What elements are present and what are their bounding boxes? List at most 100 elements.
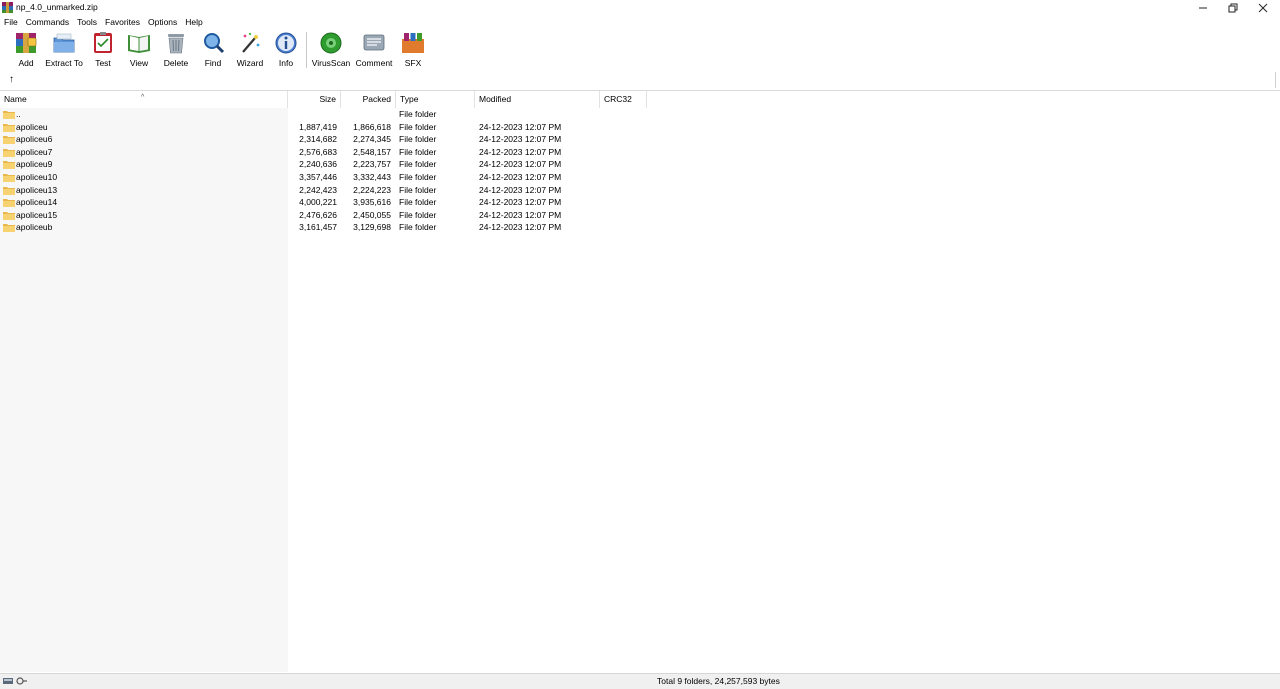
- column-header-name[interactable]: Name ^: [0, 91, 288, 108]
- file-modified: 24-12-2023 12:07 PM: [479, 121, 562, 132]
- folder-icon: [3, 136, 15, 145]
- find-label: Find: [204, 58, 222, 68]
- up-arrow-icon[interactable]: ↑: [9, 74, 14, 85]
- file-row[interactable]: apoliceu10 3,357,446 3,332,443 File fold…: [0, 171, 1280, 184]
- view-button[interactable]: View: [124, 31, 154, 69]
- close-button[interactable]: [1248, 0, 1278, 15]
- status-summary: Total 9 folders, 24,257,593 bytes: [657, 676, 780, 686]
- find-button[interactable]: Find: [200, 31, 226, 69]
- info-icon: [275, 32, 297, 54]
- virusscan-button[interactable]: VirusScan: [311, 31, 351, 69]
- column-header-size[interactable]: Size: [288, 91, 341, 108]
- folder-icon: [3, 224, 15, 233]
- toolbar: Add Extract To Test View Delete Find Wiz…: [0, 29, 1280, 71]
- toolbar-separator: [306, 32, 307, 68]
- file-type: File folder: [399, 172, 437, 182]
- comment-button[interactable]: Comment: [355, 31, 393, 69]
- file-row[interactable]: apoliceub 3,161,457 3,129,698 File folde…: [0, 221, 1280, 234]
- test-clipboard-icon: [94, 32, 112, 53]
- info-button[interactable]: Info: [274, 31, 298, 69]
- file-list: Name ^ Size Packed Type Modified CRC32 .…: [0, 90, 1280, 673]
- sfx-button[interactable]: SFX: [399, 31, 427, 69]
- minimize-icon: [1199, 7, 1207, 8]
- menu-commands[interactable]: Commands: [22, 15, 73, 29]
- file-modified: 24-12-2023 12:07 PM: [479, 134, 562, 145]
- file-name: apoliceu14: [16, 197, 58, 208]
- file-row[interactable]: apoliceu 1,887,419 1,866,618 File folder…: [0, 121, 1280, 134]
- info-label: Info: [278, 58, 294, 68]
- file-type: File folder: [399, 121, 437, 132]
- file-size: 2,314,682: [299, 134, 337, 145]
- menu-options[interactable]: Options: [144, 15, 181, 29]
- file-row[interactable]: apoliceu7 2,576,683 2,548,157 File folde…: [0, 146, 1280, 159]
- file-modified: 24-12-2023 12:07 PM: [479, 222, 562, 233]
- file-packed: 2,274,345: [353, 134, 391, 145]
- test-button[interactable]: Test: [90, 31, 116, 69]
- file-size: 3,161,457: [299, 222, 337, 233]
- file-type: File folder: [399, 109, 437, 119]
- file-row[interactable]: apoliceu15 2,476,626 2,450,055 File fold…: [0, 209, 1280, 222]
- file-row-parent[interactable]: .. File folder: [0, 108, 1280, 121]
- extract-to-button[interactable]: Extract To: [45, 31, 83, 69]
- delete-button[interactable]: Delete: [162, 31, 190, 69]
- column-header-row: Name ^ Size Packed Type Modified CRC32: [0, 91, 1280, 108]
- sfx-box-icon: [402, 33, 424, 53]
- file-name: apoliceu13: [16, 184, 58, 195]
- file-size: 2,476,626: [299, 209, 337, 220]
- menu-favorites[interactable]: Favorites: [101, 15, 144, 29]
- test-label: Test: [95, 58, 111, 68]
- folder-icon: [3, 148, 15, 157]
- file-type: File folder: [399, 209, 437, 220]
- file-packed: 3,332,443: [353, 172, 391, 182]
- magnifier-icon: [204, 33, 225, 54]
- trash-icon: [168, 34, 184, 54]
- menu-tools[interactable]: Tools: [73, 15, 101, 29]
- add-button[interactable]: Add: [11, 31, 41, 69]
- wizard-button[interactable]: Wizard: [235, 31, 265, 69]
- comment-icon: [363, 34, 385, 51]
- file-row[interactable]: apoliceu9 2,240,636 2,223,757 File folde…: [0, 158, 1280, 171]
- file-row[interactable]: apoliceu14 4,000,221 3,935,616 File fold…: [0, 196, 1280, 209]
- file-modified: 24-12-2023 12:07 PM: [479, 172, 562, 182]
- file-modified: 24-12-2023 12:07 PM: [479, 184, 562, 195]
- file-packed: 2,224,223: [353, 184, 391, 195]
- column-header-type[interactable]: Type: [396, 91, 475, 108]
- column-header-crc32[interactable]: CRC32: [600, 91, 647, 108]
- archive-add-icon: [16, 33, 37, 53]
- view-book-icon: [128, 35, 150, 53]
- column-header-packed[interactable]: Packed: [341, 91, 396, 108]
- file-modified: 24-12-2023 12:07 PM: [479, 146, 562, 157]
- file-modified: 24-12-2023 12:07 PM: [479, 209, 562, 220]
- file-type: File folder: [399, 197, 437, 208]
- menu-bar: File Commands Tools Favorites Options He…: [0, 15, 207, 29]
- file-packed: 1,866,618: [353, 121, 391, 132]
- status-bar: Total 9 folders, 24,257,593 bytes: [0, 673, 1280, 689]
- file-row[interactable]: apoliceu13 2,242,423 2,224,223 File fold…: [0, 184, 1280, 197]
- file-row[interactable]: apoliceu6 2,314,682 2,274,345 File folde…: [0, 133, 1280, 146]
- file-type: File folder: [399, 159, 437, 170]
- menu-help[interactable]: Help: [181, 15, 206, 29]
- file-name: apoliceu: [16, 121, 48, 132]
- virusscan-label: VirusScan: [311, 58, 351, 68]
- file-modified: 24-12-2023 12:07 PM: [479, 159, 562, 170]
- wizard-label: Wizard: [236, 58, 264, 68]
- file-name: apoliceu9: [16, 159, 53, 170]
- drive-key-icon[interactable]: [3, 676, 27, 686]
- file-name: apoliceu15: [16, 209, 58, 220]
- sort-ascending-icon: ^: [141, 94, 145, 101]
- window-title: np_4.0_unmarked.zip: [16, 2, 98, 12]
- file-type: File folder: [399, 146, 437, 157]
- file-size: 2,242,423: [299, 184, 337, 195]
- extract-folder-icon: [53, 33, 75, 53]
- file-packed: 2,450,055: [353, 209, 391, 220]
- file-packed: 3,129,698: [353, 222, 391, 233]
- minimize-button[interactable]: [1188, 0, 1218, 15]
- menu-file[interactable]: File: [0, 15, 22, 29]
- folder-icon: [3, 123, 15, 132]
- file-name: apoliceu7: [16, 146, 53, 157]
- file-size: 2,576,683: [299, 146, 337, 157]
- restore-button[interactable]: [1218, 0, 1248, 15]
- column-header-modified[interactable]: Modified: [475, 91, 600, 108]
- folder-icon: [3, 199, 15, 208]
- virus-scan-icon: [320, 32, 342, 54]
